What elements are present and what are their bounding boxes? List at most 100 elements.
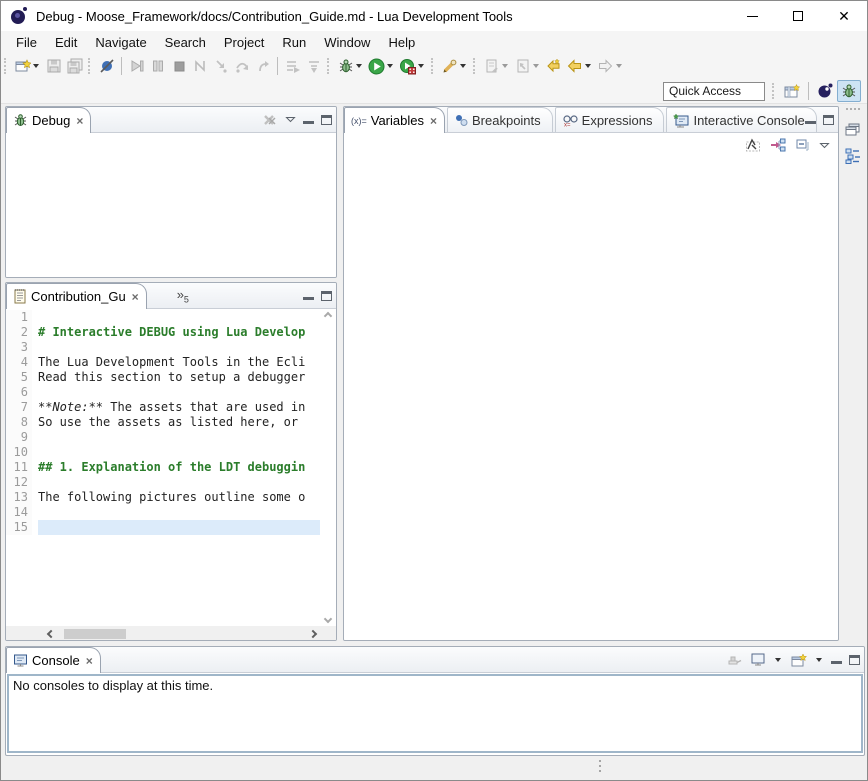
suspend-button[interactable]	[147, 55, 168, 77]
menu-help[interactable]: Help	[379, 33, 424, 52]
editor-line[interactable]: 6	[6, 385, 320, 400]
forward-button[interactable]	[595, 55, 626, 77]
menu-edit[interactable]: Edit	[46, 33, 86, 52]
back-dropdown[interactable]	[585, 64, 591, 68]
line-number[interactable]: 1	[6, 310, 32, 325]
tab-variables[interactable]: (x)= Variables ×	[344, 107, 445, 133]
back-button[interactable]	[564, 55, 595, 77]
coverage-button[interactable]	[397, 55, 428, 77]
line-number[interactable]: 5	[6, 370, 32, 385]
hidden-editors-chevron[interactable]: »5	[177, 287, 189, 305]
run-dropdown[interactable]	[387, 64, 393, 68]
close-window-button[interactable]: ✕	[821, 1, 867, 31]
toolbar-drag-handle[interactable]	[327, 58, 331, 74]
pin-console-icon[interactable]	[725, 651, 742, 668]
last-edit-location-button[interactable]	[543, 55, 564, 77]
external-tools-dropdown[interactable]	[460, 64, 466, 68]
new-file-button[interactable]	[481, 55, 512, 77]
minimize-view-icon[interactable]	[303, 291, 314, 300]
debug-button[interactable]	[335, 55, 366, 77]
editor-line[interactable]: 10	[6, 445, 320, 460]
save-all-button[interactable]	[64, 55, 85, 77]
show-logical-structure-icon[interactable]	[769, 137, 786, 154]
editor-line[interactable]: 4 The Lua Development Tools in the Ecli	[6, 355, 320, 370]
editor-line[interactable]: 9	[6, 430, 320, 445]
line-number[interactable]: 3	[6, 340, 32, 355]
editor-vertical-scrollbar[interactable]	[320, 309, 336, 626]
view-menu-icon[interactable]	[819, 142, 830, 149]
open-console-dropdown[interactable]	[816, 658, 822, 662]
maximize-view-icon[interactable]	[849, 655, 860, 665]
view-menu-icon[interactable]	[285, 116, 296, 123]
minimize-view-icon[interactable]	[831, 655, 842, 664]
disconnect-button[interactable]	[189, 55, 210, 77]
minimize-view-icon[interactable]	[805, 115, 816, 124]
editor-line[interactable]: 1	[6, 310, 320, 325]
editor-line[interactable]: 11 ## 1. Explanation of the LDT debuggin	[6, 460, 320, 475]
tab-expressions[interactable]: x= Expressions	[555, 107, 665, 132]
debug-view-content[interactable]	[6, 133, 336, 278]
forward-dropdown[interactable]	[616, 64, 622, 68]
scroll-down-icon[interactable]	[324, 615, 332, 623]
toolbar-drag-handle[interactable]	[4, 58, 8, 74]
debug-dropdown[interactable]	[356, 64, 362, 68]
close-debug-view-icon[interactable]: ×	[76, 114, 83, 128]
maximize-view-icon[interactable]	[823, 115, 834, 125]
menu-run[interactable]: Run	[273, 33, 315, 52]
menu-search[interactable]: Search	[156, 33, 215, 52]
close-editor-tab-icon[interactable]: ×	[132, 290, 139, 304]
minimize-window-button[interactable]	[729, 1, 775, 31]
console-content[interactable]: No consoles to display at this time.	[7, 674, 863, 753]
open-element-button[interactable]	[512, 55, 543, 77]
line-number[interactable]: 7	[6, 400, 32, 415]
menu-file[interactable]: File	[7, 33, 46, 52]
line-number[interactable]: 4	[6, 355, 32, 370]
step-over-button[interactable]	[231, 55, 252, 77]
debug-perspective-button[interactable]	[837, 80, 861, 102]
line-number[interactable]: 11	[6, 460, 32, 475]
new-file-dropdown[interactable]	[502, 64, 508, 68]
scroll-right-icon[interactable]	[309, 630, 317, 638]
display-selected-console-icon[interactable]	[749, 651, 766, 668]
save-button[interactable]	[43, 55, 64, 77]
scroll-left-icon[interactable]	[47, 630, 55, 638]
trim-drag-handle[interactable]	[846, 108, 860, 110]
editor-horizontal-scrollbar[interactable]	[6, 626, 336, 641]
terminate-button[interactable]	[168, 55, 189, 77]
remove-terminated-icon[interactable]	[261, 111, 278, 128]
editor-line[interactable]: 5 Read this section to setup a debugger	[6, 370, 320, 385]
open-element-dropdown[interactable]	[533, 64, 539, 68]
tab-debug[interactable]: Debug ×	[6, 107, 91, 133]
line-number[interactable]: 10	[6, 445, 32, 460]
toolbar-drag-handle[interactable]	[88, 58, 92, 74]
toolbar-drag-handle[interactable]	[431, 58, 435, 74]
scrollbar-thumb[interactable]	[64, 629, 126, 639]
use-step-filters-button[interactable]	[303, 55, 324, 77]
editor-line[interactable]: 12	[6, 475, 320, 490]
tab-breakpoints[interactable]: Breakpoints	[447, 107, 553, 132]
line-number[interactable]: 2	[6, 325, 32, 340]
line-number[interactable]: 9	[6, 430, 32, 445]
editor-line[interactable]: 13 The following pictures outline some o	[6, 490, 320, 505]
editor-lines[interactable]: 1 2 # Interactive DEBUG using Lua Develo…	[6, 310, 320, 626]
editor-line[interactable]: 2 # Interactive DEBUG using Lua Develop	[6, 325, 320, 340]
line-number[interactable]: 15	[6, 520, 32, 535]
run-history-button[interactable]	[282, 55, 303, 77]
line-number[interactable]: 6	[6, 385, 32, 400]
tab-interactive-console[interactable]: Interactive Console	[666, 107, 816, 132]
step-return-button[interactable]	[252, 55, 273, 77]
maximize-view-icon[interactable]	[321, 291, 332, 301]
maximize-view-icon[interactable]	[321, 115, 332, 125]
close-variables-icon[interactable]: ×	[430, 114, 437, 128]
toolbar-drag-handle[interactable]	[772, 83, 776, 99]
open-perspective-button[interactable]	[780, 80, 804, 102]
show-type-names-icon[interactable]	[744, 137, 761, 154]
editor-line[interactable]: 14	[6, 505, 320, 520]
editor-area[interactable]: 1 2 # Interactive DEBUG using Lua Develo…	[6, 309, 336, 641]
editor-line[interactable]: 7 **Note:** The assets that are used in	[6, 400, 320, 415]
line-number[interactable]: 14	[6, 505, 32, 520]
maximize-window-button[interactable]	[775, 1, 821, 31]
menu-window[interactable]: Window	[315, 33, 379, 52]
external-tools-button[interactable]	[439, 55, 470, 77]
variables-view-content[interactable]	[344, 157, 838, 640]
